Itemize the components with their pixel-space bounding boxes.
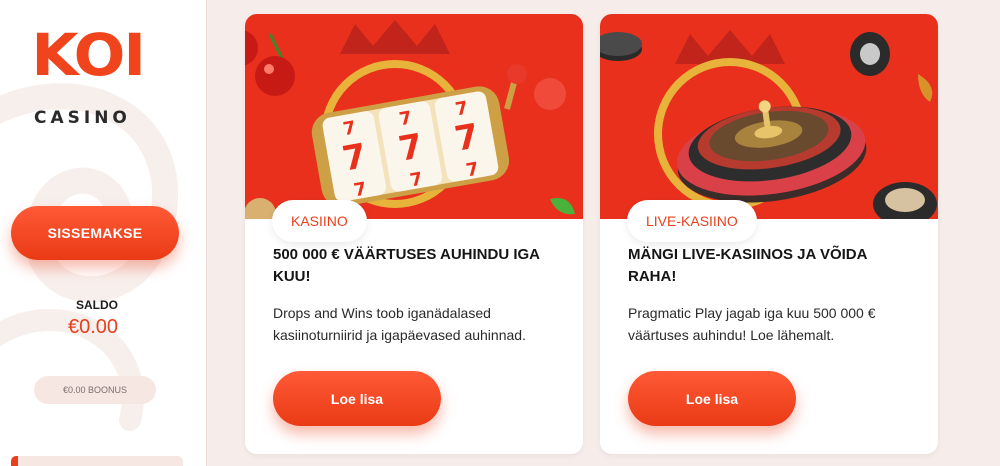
koi-casino-logo[interactable]: KOI CASINO xyxy=(22,22,162,132)
progress-fill xyxy=(11,456,18,466)
sidebar: KOI CASINO SISSEMAKSE SALDO €0.00 €0.00 … xyxy=(0,0,207,466)
promo-description: Drops and Wins toob iganädalased kasiino… xyxy=(273,305,526,343)
category-tag[interactable]: LIVE-KASIINO xyxy=(627,200,757,242)
logo-subtitle: CASINO xyxy=(34,108,131,128)
category-tag[interactable]: KASIINO xyxy=(272,200,367,242)
logo-word: KOI xyxy=(31,21,146,89)
promo-title: 500 000 € VÄÄRTUSES AUHINDU IGA KUU! xyxy=(273,246,540,285)
promo-card-live-casino: LIVE-KASIINO MÄNGI LIVE-KASIINOS JA VÕID… xyxy=(600,14,938,454)
deposit-button[interactable]: SISSEMAKSE xyxy=(11,206,179,260)
balance-value: €0.00 xyxy=(68,316,119,338)
read-more-button[interactable]: Loe lisa xyxy=(628,371,796,426)
promo-description: Pragmatic Play jagab iga kuu 500 000 € v… xyxy=(628,305,876,343)
promo-title: MÄNGI LIVE-KASIINOS JA VÕIDA RAHA! xyxy=(628,246,867,285)
promo-banner-image xyxy=(600,14,938,219)
balance-label: SALDO xyxy=(76,298,118,312)
promo-banner-image: 7 7 7 7 7 7 7 7 7 xyxy=(245,14,583,219)
roulette-wheel-icon xyxy=(600,30,937,219)
read-more-button[interactable]: Loe lisa xyxy=(273,371,441,426)
bonus-balance-badge[interactable]: €0.00 BOONUS xyxy=(34,376,156,404)
promo-card-casino: 7 7 7 7 7 7 7 7 7 KASIINO 500 000 € VÄÄR… xyxy=(245,14,583,454)
progress-bar xyxy=(11,456,183,466)
slot-machine-icon: 7 7 7 7 7 7 7 7 7 xyxy=(245,20,575,219)
